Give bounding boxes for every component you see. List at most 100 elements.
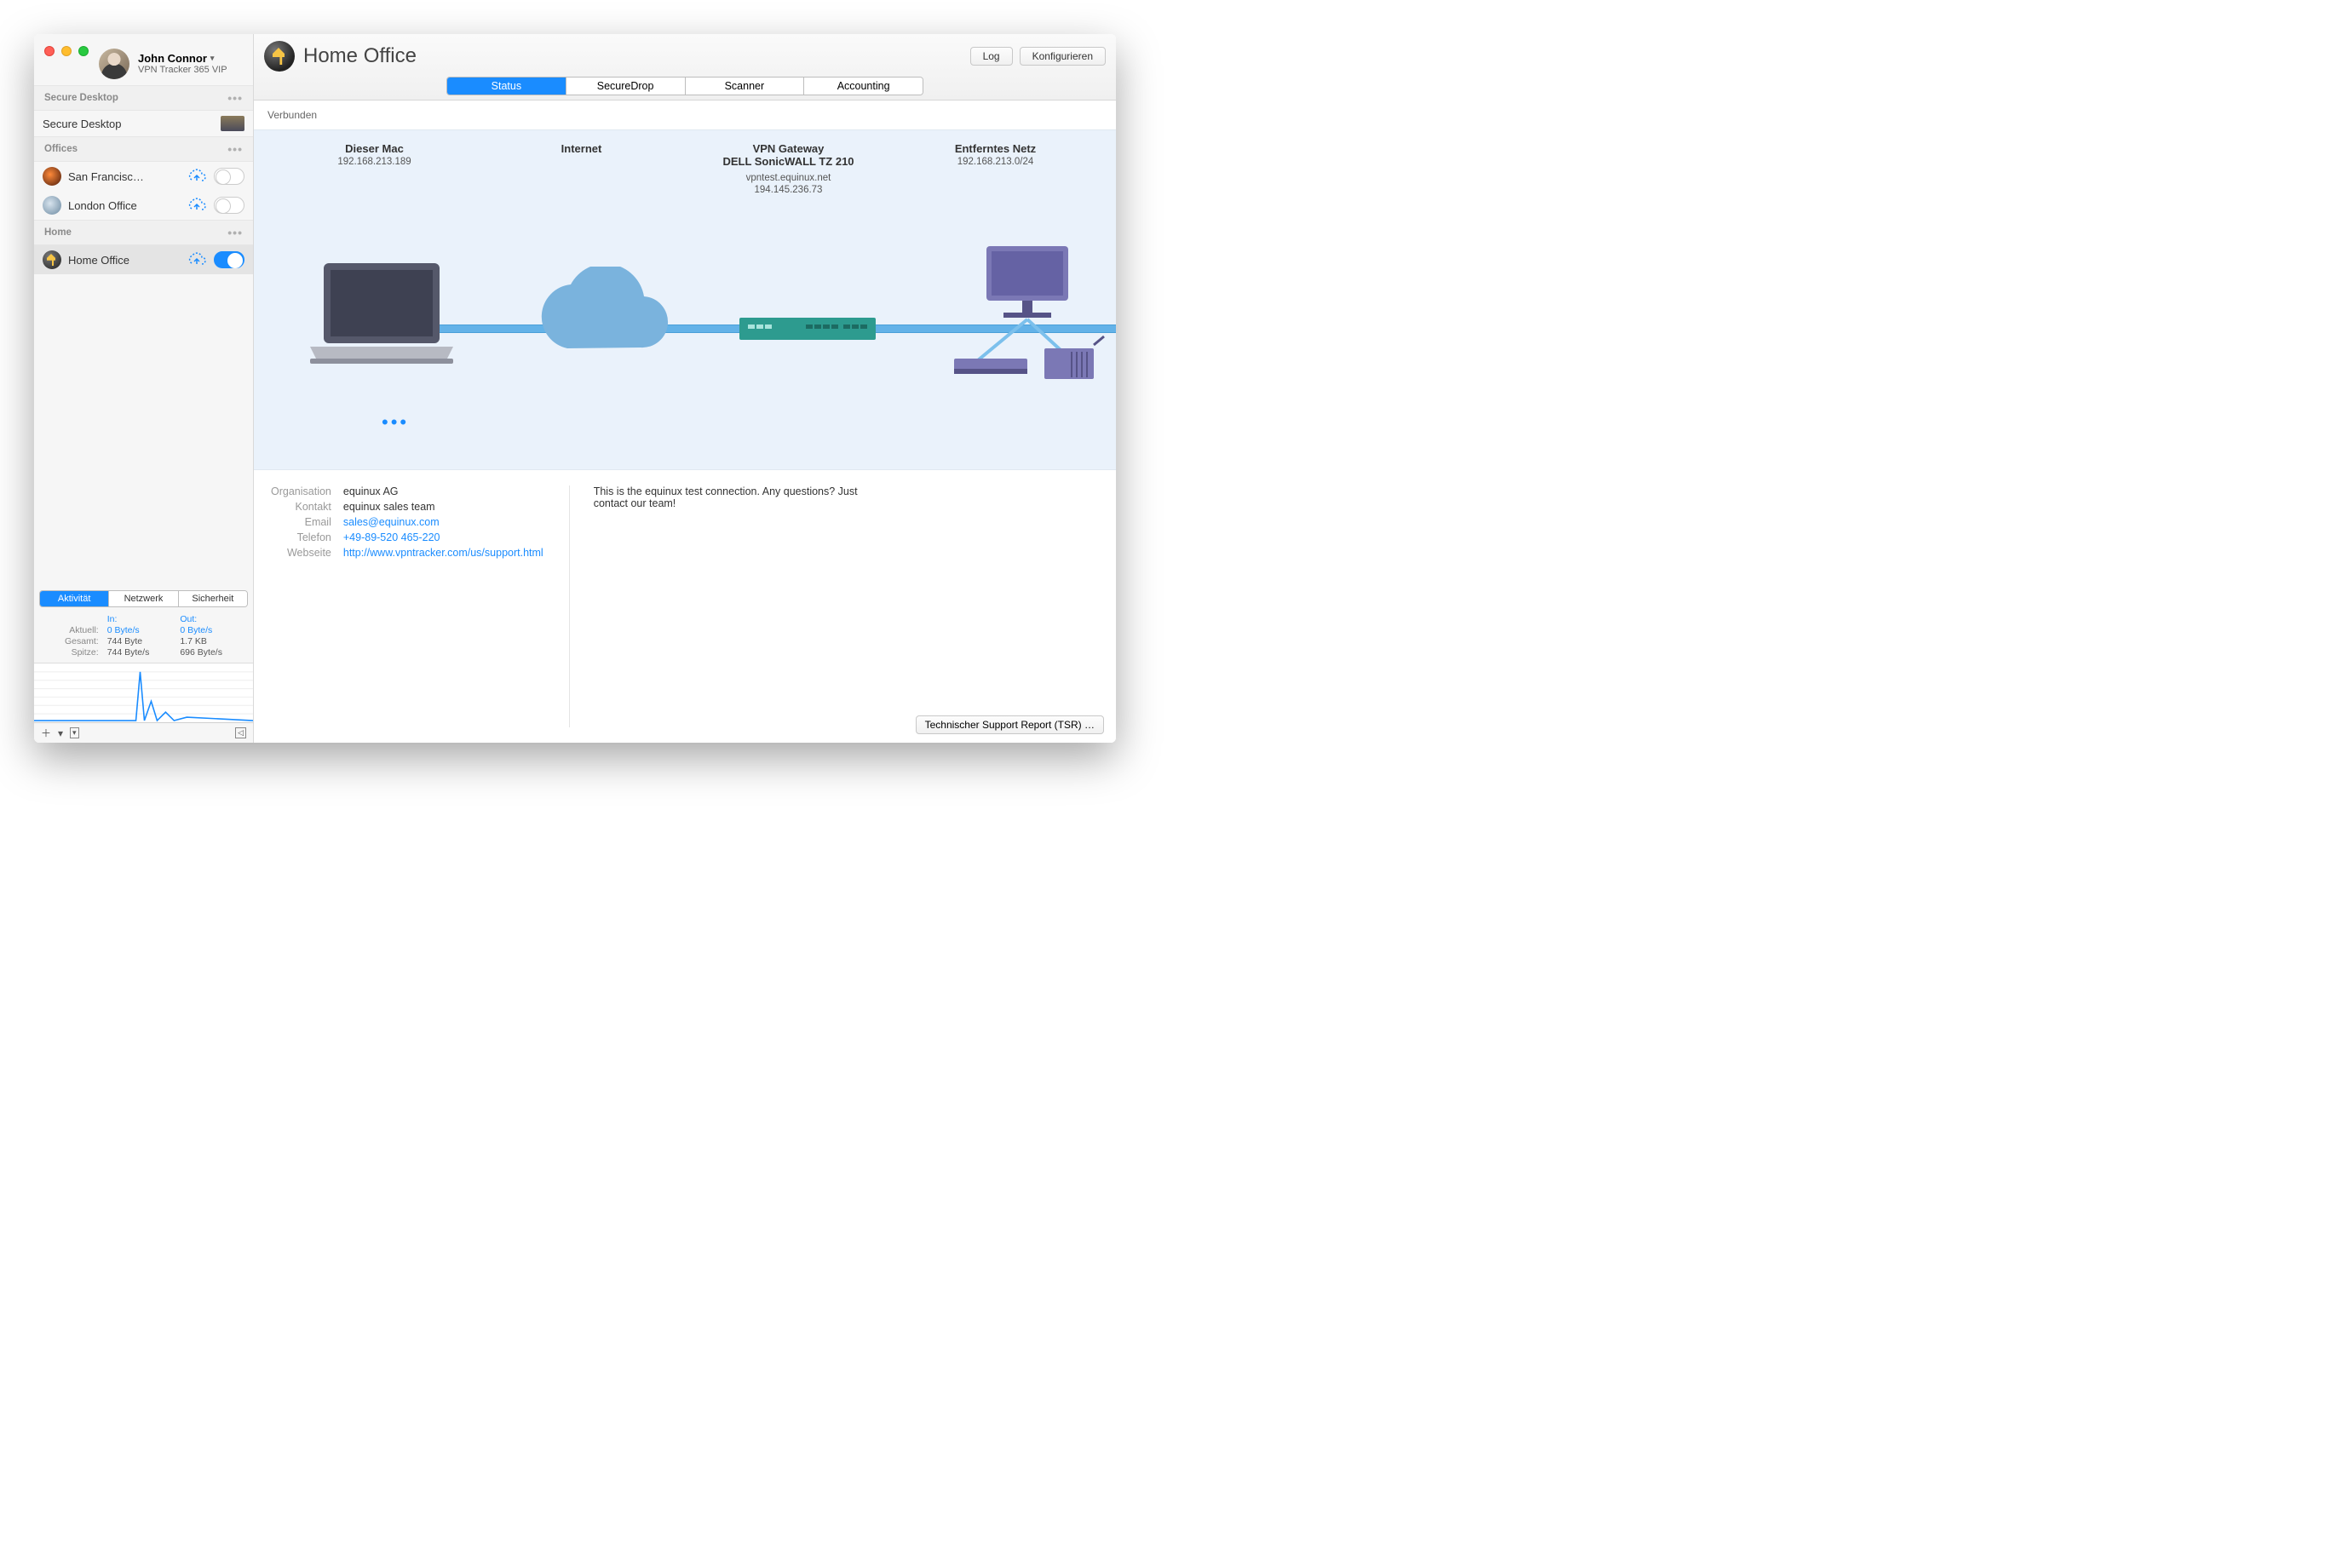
chevron-down-icon: ▾	[210, 54, 215, 63]
sidebar-item-home-office[interactable]: Home Office	[34, 245, 253, 274]
sidebar-item-label: London Office	[68, 199, 180, 212]
node-title: Internet	[478, 142, 685, 155]
more-icon[interactable]: •••	[227, 142, 243, 156]
group-title: Home	[44, 227, 72, 238]
thumbnail-icon	[221, 116, 244, 131]
info-panel: Organisation equinux AG Kontakt equinux …	[254, 470, 1116, 743]
user-subscription: VPN Tracker 365 VIP	[138, 65, 227, 76]
info-label: Email	[271, 516, 331, 528]
sidebar-group-home[interactable]: Home •••	[34, 220, 253, 245]
node-remote-labels: Entferntes Netz 192.168.213.0/24	[892, 142, 1099, 195]
info-value: equinux AG	[343, 485, 543, 497]
sidebar-item-san-francisco[interactable]: San Francisc…	[34, 162, 253, 191]
cloud-upload-icon[interactable]	[187, 252, 207, 267]
gateway-icon	[739, 313, 876, 351]
app-window: John Connor ▾ VPN Tracker 365 VIP Secure…	[34, 34, 1116, 743]
remote-network-icon	[944, 241, 1106, 407]
tab-network[interactable]: Netzwerk	[108, 591, 177, 606]
node-sub: DELL SonicWALL TZ 210	[685, 155, 892, 168]
node-sub: vpntest.equinux.net	[685, 173, 892, 183]
node-gateway-labels: VPN Gateway DELL SonicWALL TZ 210 vpntes…	[685, 142, 892, 195]
node-sub: 192.168.213.189	[271, 157, 478, 167]
info-value: equinux sales team	[343, 501, 543, 513]
info-label: Organisation	[271, 485, 331, 497]
key-icon	[43, 250, 61, 269]
group-title: Offices	[44, 144, 78, 154]
cloud-upload-icon[interactable]	[187, 198, 207, 213]
stat-value: 744 Byte/s	[107, 647, 172, 658]
stat-value: 0 Byte/s	[180, 625, 244, 635]
stat-value: 0 Byte/s	[107, 625, 172, 635]
sidebar-item-secure-desktop[interactable]: Secure Desktop	[34, 111, 253, 136]
node-mac-labels: Dieser Mac 192.168.213.189	[271, 142, 478, 195]
user-name: John Connor	[138, 52, 207, 66]
key-icon	[264, 41, 295, 72]
stat-value: 696 Byte/s	[180, 647, 244, 658]
sidebar-item-label: Secure Desktop	[43, 118, 214, 130]
stat-label: Spitze:	[43, 647, 99, 658]
node-sub: 194.145.236.73	[685, 185, 892, 195]
connection-toggle[interactable]	[214, 168, 244, 185]
main-tabs: Status SecureDrop Scanner Accounting	[446, 77, 923, 95]
window-controls	[44, 46, 89, 56]
more-icon[interactable]: •••	[227, 226, 243, 239]
user-block[interactable]: John Connor ▾ VPN Tracker 365 VIP	[138, 52, 227, 77]
node-title: Dieser Mac	[271, 142, 478, 155]
tab-activity[interactable]: Aktivität	[40, 591, 108, 606]
contact-info: Organisation equinux AG Kontakt equinux …	[271, 485, 543, 727]
location-icon	[43, 196, 61, 215]
activity-chart	[34, 663, 253, 722]
minimize-window-button[interactable]	[61, 46, 72, 56]
cloud-icon	[526, 267, 680, 373]
node-internet-labels: Internet	[478, 142, 685, 195]
tab-securedrop[interactable]: SecureDrop	[566, 78, 685, 95]
laptop-icon	[305, 258, 458, 373]
panel-toggle-icon[interactable]: ◁	[235, 727, 246, 738]
topology-diagram: Dieser Mac 192.168.213.189 Internet VPN …	[254, 129, 1116, 470]
more-indicator-icon[interactable]: •••	[382, 411, 409, 434]
avatar[interactable]	[99, 49, 129, 79]
sidebar-item-london[interactable]: London Office	[34, 191, 253, 220]
connection-toggle[interactable]	[214, 251, 244, 268]
stat-value: 1.7 KB	[180, 636, 244, 646]
stat-value: 744 Byte	[107, 636, 172, 646]
tab-accounting[interactable]: Accounting	[803, 78, 923, 95]
tsr-button[interactable]: Technischer Support Report (TSR) …	[916, 715, 1104, 734]
titlebar: John Connor ▾ VPN Tracker 365 VIP	[34, 34, 253, 85]
sidebar-group-offices[interactable]: Offices •••	[34, 136, 253, 162]
log-button[interactable]: Log	[970, 47, 1013, 66]
phone-link[interactable]: +49-89-520 465-220	[343, 531, 440, 543]
zoom-window-button[interactable]	[78, 46, 89, 56]
close-window-button[interactable]	[44, 46, 55, 56]
group-title: Secure Desktop	[44, 93, 118, 103]
tab-status[interactable]: Status	[447, 78, 566, 95]
tab-scanner[interactable]: Scanner	[685, 78, 804, 95]
collapse-icon[interactable]: ▾	[70, 727, 79, 738]
stat-label: Gesamt:	[43, 636, 99, 646]
main: Home Office Log Konfigurieren Status Sec…	[254, 34, 1116, 743]
page-title: Home Office	[303, 44, 417, 68]
info-label: Kontakt	[271, 501, 331, 513]
stat-label: Aktuell:	[43, 625, 99, 635]
col-out: Out:	[180, 614, 244, 624]
cloud-upload-icon[interactable]	[187, 169, 207, 184]
sidebar-item-label: San Francisc…	[68, 170, 180, 183]
node-sub: 192.168.213.0/24	[892, 157, 1099, 167]
sidebar: John Connor ▾ VPN Tracker 365 VIP Secure…	[34, 34, 254, 743]
more-icon[interactable]: •••	[227, 91, 243, 105]
sidebar-bottom: Aktivität Netzwerk Sicherheit In: Out: A…	[34, 585, 253, 743]
sidebar-group-secure-desktop[interactable]: Secure Desktop •••	[34, 85, 253, 111]
node-title: VPN Gateway	[685, 142, 892, 155]
activity-stats: In: Out: Aktuell: 0 Byte/s 0 Byte/s Gesa…	[34, 612, 253, 663]
tab-security[interactable]: Sicherheit	[178, 591, 247, 606]
info-note: This is the equinux test connection. Any…	[569, 485, 893, 727]
info-label: Webseite	[271, 547, 331, 559]
dropdown-icon[interactable]: ▾	[58, 727, 63, 739]
email-link[interactable]: sales@equinux.com	[343, 516, 440, 528]
configure-button[interactable]: Konfigurieren	[1020, 47, 1106, 66]
location-icon	[43, 167, 61, 186]
add-button[interactable]: ＋	[41, 726, 51, 740]
web-link[interactable]: http://www.vpntracker.com/us/support.htm…	[343, 547, 543, 559]
node-title: Entferntes Netz	[892, 142, 1099, 155]
connection-toggle[interactable]	[214, 197, 244, 214]
